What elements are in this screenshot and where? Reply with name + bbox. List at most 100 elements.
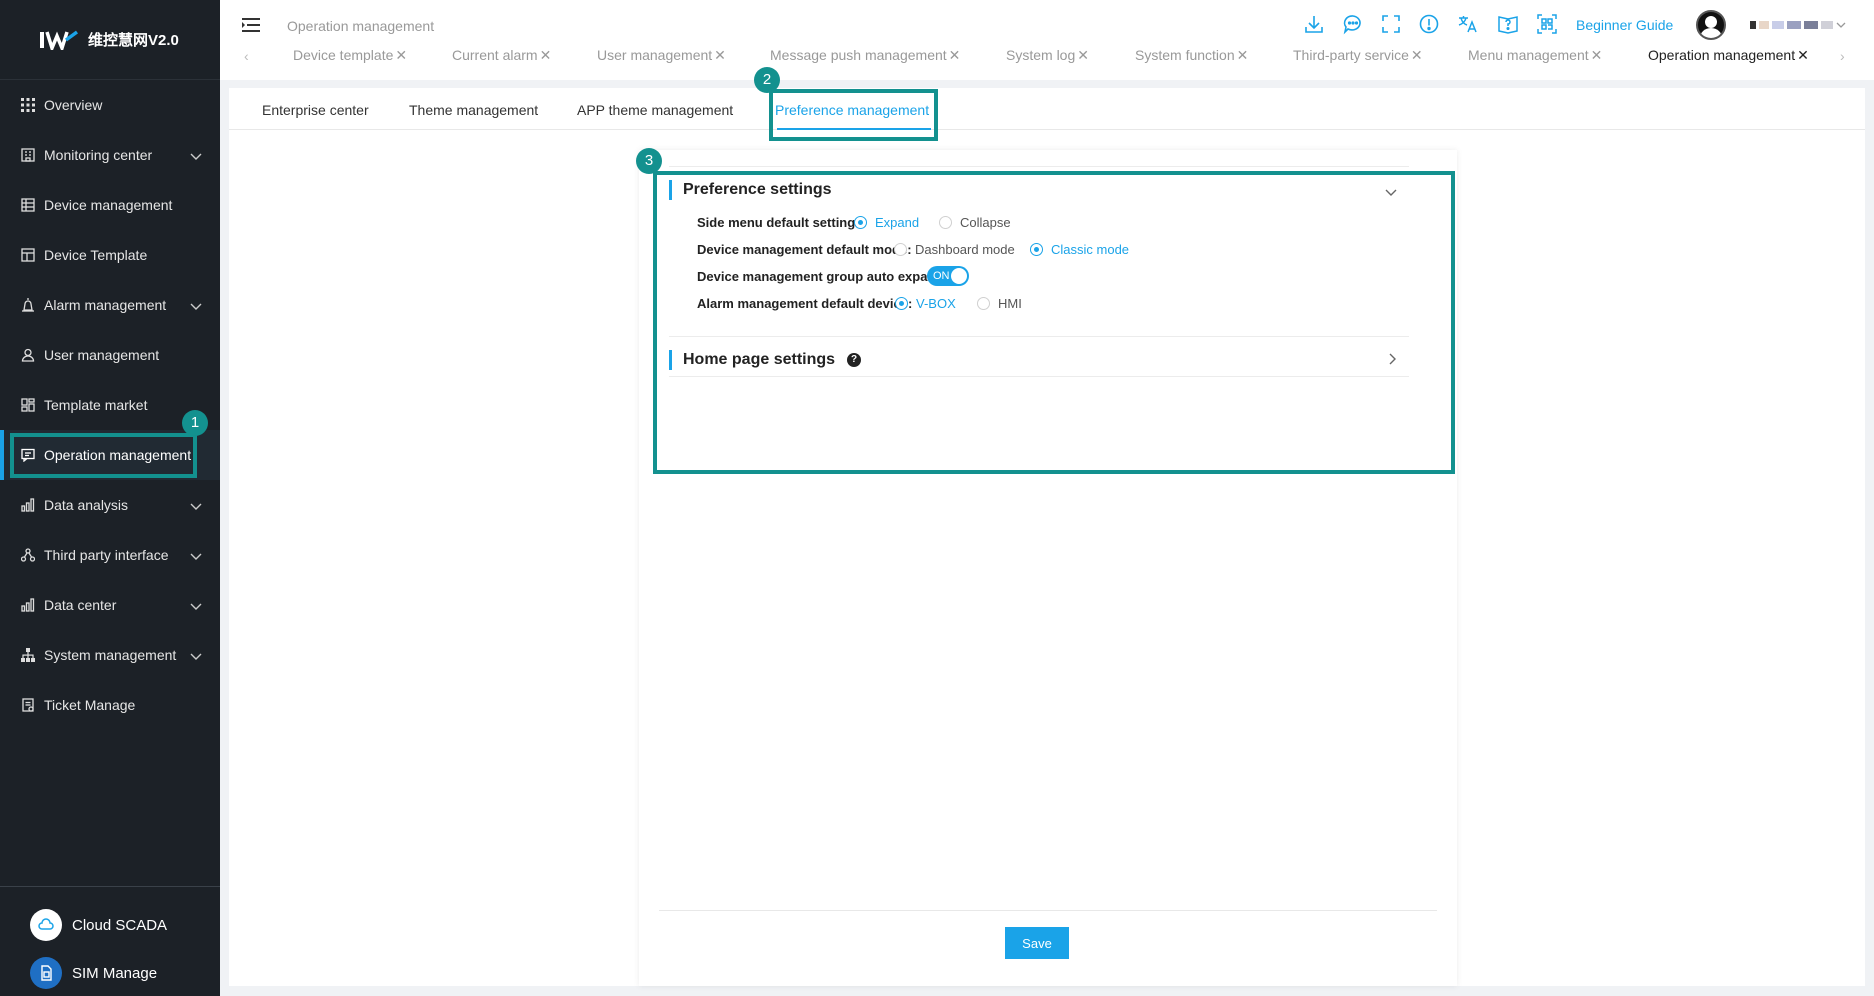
tab-label: Operation management xyxy=(1648,47,1795,63)
qr-scan-icon[interactable] xyxy=(1535,12,1559,36)
sidebar-item-overview[interactable]: Overview xyxy=(0,80,220,130)
tab-label: Menu management xyxy=(1468,47,1589,63)
beginner-guide-link[interactable]: Beginner Guide xyxy=(1576,17,1673,33)
subtab-app-theme-management[interactable]: APP theme management xyxy=(577,102,733,118)
sidebar-item-monitoring-center[interactable]: Monitoring center xyxy=(0,130,220,180)
bottom-item-label: Cloud SCADA xyxy=(72,917,167,934)
sidebar-item-label: Overview xyxy=(44,97,102,113)
sim-manage-link[interactable]: SIM Manage xyxy=(0,949,220,996)
tab-system-function[interactable]: System function✕ xyxy=(1135,47,1248,64)
close-icon[interactable]: ✕ xyxy=(714,47,726,63)
user-icon xyxy=(20,347,36,363)
chevron-down-icon xyxy=(190,298,202,314)
sidebar-item-third-party-interface[interactable]: Third party interface xyxy=(0,530,220,580)
sidebar-item-data-center[interactable]: Data center xyxy=(0,580,220,630)
username-redacted[interactable] xyxy=(1750,21,1846,29)
hierarchy-icon xyxy=(20,647,36,663)
sidebar-item-user-management[interactable]: User management xyxy=(0,330,220,380)
sidebar-item-label: Device management xyxy=(44,197,172,213)
sidebar-menu: Overview Monitoring center Device manage… xyxy=(0,80,220,730)
sidebar-item-label: Device Template xyxy=(44,247,147,263)
close-icon[interactable]: ✕ xyxy=(1237,47,1249,63)
tab-prev-arrow[interactable]: ‹ xyxy=(244,48,249,64)
chevron-down-icon xyxy=(190,648,202,664)
translate-icon[interactable] xyxy=(1456,12,1480,36)
download-icon[interactable] xyxy=(1302,12,1326,36)
tab-message-push-management[interactable]: Message push management✕ xyxy=(770,47,960,64)
network-icon xyxy=(20,547,36,563)
divider xyxy=(669,166,1409,167)
chevron-down-icon xyxy=(190,498,202,514)
tab-label: System function xyxy=(1135,47,1235,63)
logo-text: 维控慧网V2.0 xyxy=(88,29,179,50)
close-icon[interactable]: ✕ xyxy=(1591,47,1603,63)
tab-menu-management[interactable]: Menu management✕ xyxy=(1468,47,1602,64)
sidebar-item-label: Third party interface xyxy=(44,547,169,563)
tab-operation-management[interactable]: Operation management✕ xyxy=(1648,47,1809,64)
annotation-badge-3: 3 xyxy=(636,148,662,174)
close-icon[interactable]: ✕ xyxy=(540,47,552,63)
chat-icon[interactable] xyxy=(1341,12,1365,36)
footer-divider xyxy=(659,910,1437,911)
sidebar-item-label: Monitoring center xyxy=(44,147,152,163)
tab-label: Current alarm xyxy=(452,47,538,63)
annotation-badge-2: 2 xyxy=(754,67,780,93)
close-icon[interactable]: ✕ xyxy=(1077,47,1089,63)
sidebar-item-ticket-manage[interactable]: Ticket Manage xyxy=(0,680,220,730)
tab-label: User management xyxy=(597,47,712,63)
tab-user-management[interactable]: User management✕ xyxy=(597,47,726,64)
close-icon[interactable]: ✕ xyxy=(1411,47,1423,63)
sidebar-item-label: Data center xyxy=(44,597,116,613)
sidebar-item-label: Data analysis xyxy=(44,497,128,513)
menu-toggle-icon[interactable] xyxy=(242,17,260,38)
cloud-icon xyxy=(30,909,62,941)
list-icon xyxy=(20,197,36,213)
alert-icon[interactable] xyxy=(1417,12,1441,36)
bar-chart-icon xyxy=(20,597,36,613)
logo: 维控慧网V2.0 xyxy=(0,0,220,80)
tab-label: System log xyxy=(1006,47,1075,63)
tab-bar: ‹ Device template✕ Current alarm✕ User m… xyxy=(220,44,1874,70)
tab-third-party-service[interactable]: Third-party service✕ xyxy=(1293,47,1423,64)
sim-icon xyxy=(30,957,62,989)
tab-current-alarm[interactable]: Current alarm✕ xyxy=(452,47,551,64)
sidebar-item-label: User management xyxy=(44,347,159,363)
tab-device-template[interactable]: Device template✕ xyxy=(293,47,407,64)
sidebar-item-alarm-management[interactable]: Alarm management xyxy=(0,280,220,330)
help-book-icon[interactable] xyxy=(1496,12,1520,36)
sidebar-item-system-management[interactable]: System management xyxy=(0,630,220,680)
chevron-down-icon xyxy=(190,148,202,164)
template-icon xyxy=(20,247,36,263)
close-icon[interactable]: ✕ xyxy=(949,47,961,63)
close-icon[interactable]: ✕ xyxy=(395,47,407,63)
annotation-box-3 xyxy=(653,171,1455,474)
avatar[interactable] xyxy=(1696,10,1726,40)
logo-mark-icon xyxy=(40,30,78,50)
building-icon xyxy=(20,147,36,163)
chevron-down-icon xyxy=(190,598,202,614)
tab-next-arrow[interactable]: › xyxy=(1840,48,1845,64)
close-icon[interactable]: ✕ xyxy=(1797,47,1809,63)
sidebar-item-label: System management xyxy=(44,647,176,663)
fullscreen-icon[interactable] xyxy=(1379,12,1403,36)
subtab-theme-management[interactable]: Theme management xyxy=(409,102,538,118)
alarm-icon xyxy=(20,297,36,313)
sidebar-item-label: Template market xyxy=(44,397,147,413)
save-button[interactable]: Save xyxy=(1005,927,1069,959)
ticket-icon xyxy=(20,697,36,713)
annotation-badge-1: 1 xyxy=(182,410,208,436)
top-header: Operation management Beginner Guide xyxy=(220,0,1874,80)
subtab-bar: Enterprise center Theme management APP t… xyxy=(229,88,1865,130)
tab-system-log[interactable]: System log✕ xyxy=(1006,47,1089,64)
sidebar-item-data-analysis[interactable]: Data analysis xyxy=(0,480,220,530)
sidebar-bottom: Cloud SCADA SIM Manage xyxy=(0,886,220,996)
cloud-scada-link[interactable]: Cloud SCADA xyxy=(0,901,220,949)
breadcrumb: Operation management xyxy=(287,18,434,34)
sidebar-item-device-management[interactable]: Device management xyxy=(0,180,220,230)
sidebar-item-label: Alarm management xyxy=(44,297,166,313)
annotation-box-2 xyxy=(769,89,938,141)
subtab-enterprise-center[interactable]: Enterprise center xyxy=(262,102,369,118)
sidebar-item-device-template[interactable]: Device Template xyxy=(0,230,220,280)
sidebar: 维控慧网V2.0 Overview Monitoring center Devi… xyxy=(0,0,220,996)
bottom-item-label: SIM Manage xyxy=(72,965,157,982)
